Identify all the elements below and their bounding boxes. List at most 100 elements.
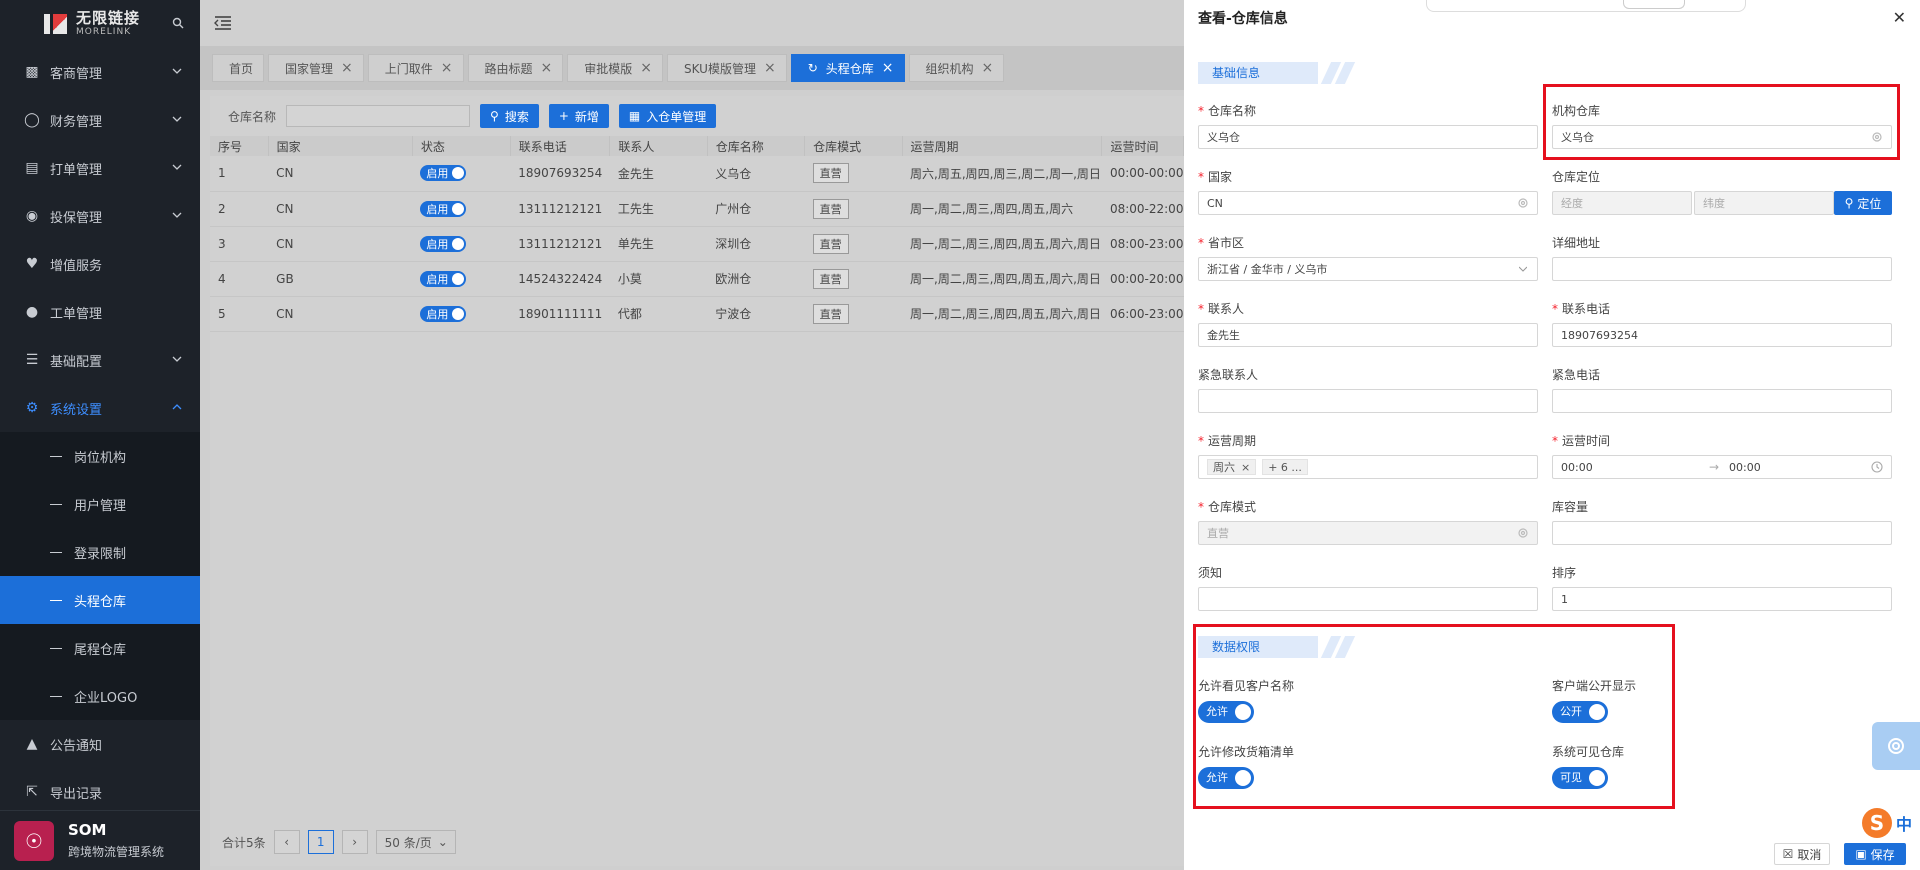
cycle-multiselect[interactable]: 周六 × + 6 ... — [1198, 455, 1538, 479]
menu-insurance-mgmt[interactable]: ◉ 投保管理 — [0, 192, 200, 240]
refresh-icon[interactable]: ↻ — [808, 61, 818, 75]
longitude-input[interactable]: 经度 — [1552, 191, 1692, 215]
cell-status: 启用 — [412, 191, 511, 227]
op-time-range[interactable]: 00:00 → 00:00 — [1552, 455, 1892, 479]
menu-value-added[interactable]: ♥ 增值服务 — [0, 240, 200, 288]
emergency-phone-input[interactable] — [1552, 389, 1892, 413]
table-row[interactable]: 2 CN 启用 13111212121 工先生 广州仓 直营 周一,周二,周三,… — [210, 191, 1184, 227]
next-page-button[interactable]: › — [341, 830, 368, 854]
sidebar-item-login-limit[interactable]: 登录限制 — [0, 528, 200, 576]
cell-time: 06:00-23:00 — [1101, 296, 1184, 332]
tab-route-title[interactable]: 路由标题 × — [467, 54, 564, 82]
menu-fold-icon[interactable] — [214, 15, 232, 31]
menu-finance-mgmt[interactable]: ◯ 财务管理 — [0, 96, 200, 144]
close-icon[interactable]: × — [441, 60, 453, 76]
emergency-contact-input[interactable] — [1198, 389, 1538, 413]
address-label: 详细地址 — [1552, 236, 1601, 250]
sidebar: 无限链接 MORELINK ▩ 客商管理 ◯ 财务管理 ▤ 打单管理 ◉ 投保管… — [0, 0, 200, 870]
cell-contact: 代都 — [609, 296, 708, 332]
cell-phone: 14524322424 — [510, 261, 610, 297]
cancel-button[interactable]: ☒ 取消 — [1774, 843, 1830, 865]
cell-country: CN — [268, 226, 413, 262]
close-icon[interactable]: × — [764, 60, 776, 76]
menu-label: 导出记录 — [50, 786, 103, 802]
sidebar-item-positions[interactable]: 岗位机构 — [0, 432, 200, 480]
warehouse-detail-drawer: 查看-仓库信息 ✕ 基础信息 * 仓库名称 义乌仓 机构仓库 义乌仓 * 国家 CN… — [1184, 0, 1920, 870]
warehouse-table: 序号 国家 状态 联系电话 联系人 仓库名称 仓库模式 运营周期 运营时间 1 … — [210, 136, 1184, 332]
warehouse-name-field[interactable]: 义乌仓 — [1198, 125, 1538, 149]
phone-label: * 联系电话 — [1552, 302, 1611, 316]
system-title: SOM — [68, 821, 107, 839]
phone-input[interactable]: 18907693254 — [1552, 323, 1892, 347]
close-icon[interactable]: × — [341, 60, 353, 76]
add-button[interactable]: + 新增 — [548, 104, 609, 128]
inbound-order-button[interactable]: ▦ 入仓单管理 — [618, 104, 717, 128]
table-row[interactable]: 5 CN 启用 18901111111 代都 宁波仓 直营 周一,周二,周三,周… — [210, 296, 1184, 332]
close-icon[interactable]: × — [1241, 461, 1250, 474]
prev-page-button[interactable]: ‹ — [273, 830, 300, 854]
menu-system-settings[interactable]: ⚙ 系统设置 — [0, 384, 200, 432]
tab-country[interactable]: 国家管理 × — [268, 54, 364, 82]
table-row[interactable]: 1 CN 启用 18907693254 金先生 义乌仓 直营 周六,周五,周四,… — [210, 156, 1184, 192]
op-time-end[interactable]: 00:00 — [1729, 461, 1761, 474]
menu-ticket-mgmt[interactable]: ● 工单管理 — [0, 288, 200, 336]
page-number-current[interactable]: 1 — [307, 830, 334, 854]
cell-cycle: 周一,周二,周三,周四,周五,周六 — [902, 191, 1102, 227]
search-button[interactable]: ⚲ 搜索 — [480, 104, 539, 128]
close-icon[interactable]: × — [640, 60, 652, 76]
op-time-start[interactable]: 00:00 — [1561, 461, 1593, 474]
menu-print-mgmt[interactable]: ▤ 打单管理 — [0, 144, 200, 192]
filter-bar: 仓库名称 ⚲ 搜索 + 新增 ▦ 入仓单管理 — [210, 96, 1184, 136]
menu-export-records[interactable]: ⇱ 导出记录 — [0, 768, 200, 816]
sidebar-item-company-logo[interactable]: 企业LOGO — [0, 672, 200, 720]
close-icon[interactable]: × — [882, 60, 894, 76]
status-switch[interactable]: 启用 — [420, 270, 467, 287]
address-input[interactable] — [1552, 257, 1892, 281]
close-icon[interactable]: × — [541, 60, 553, 76]
add-button-label: 新增 — [574, 109, 599, 124]
page-size-select[interactable]: 50 条/页 ⌄ — [375, 830, 456, 854]
menu-base-config[interactable]: ☰ 基础配置 — [0, 336, 200, 384]
status-switch[interactable]: 启用 — [420, 200, 467, 217]
location-pin-icon: ⚲ — [1844, 196, 1854, 210]
menu-notices[interactable]: ▲ 公告通知 — [0, 720, 200, 768]
sidebar-item-users[interactable]: 用户管理 — [0, 480, 200, 528]
status-switch[interactable]: 启用 — [420, 235, 467, 252]
cell-country: CN — [268, 156, 413, 192]
status-switch[interactable]: 启用 — [420, 165, 467, 182]
latitude-input[interactable]: 纬度 — [1694, 191, 1834, 215]
mode-select[interactable]: 直营 — [1198, 521, 1538, 545]
tab-sku-template[interactable]: SKU模版管理 × — [667, 54, 787, 82]
sidebar-item-first-leg-warehouse[interactable]: 头程仓库 — [0, 576, 200, 624]
sidebar-item-last-leg-warehouse[interactable]: 尾程仓库 — [0, 624, 200, 672]
contact-input[interactable]: 金先生 — [1198, 323, 1538, 347]
close-icon[interactable]: × — [982, 60, 994, 76]
tab-home[interactable]: 首页 — [212, 54, 265, 82]
tab-org[interactable]: 组织机构 × — [908, 54, 1005, 82]
cell-warehouse-name: 宁波仓 — [707, 296, 805, 332]
capacity-input[interactable] — [1552, 521, 1892, 545]
cell-contact: 小莫 — [609, 261, 708, 297]
tab-approval[interactable]: 审批模版 × — [567, 54, 664, 82]
locate-button[interactable]: ⚲ 定位 — [1834, 191, 1892, 215]
menu-customer-mgmt[interactable]: ▩ 客商管理 — [0, 48, 200, 96]
tab-first-leg-warehouse[interactable]: ↻ 头程仓库 × — [790, 54, 905, 82]
search-icon[interactable] — [172, 17, 184, 29]
save-button[interactable]: ▣ 保存 — [1844, 843, 1906, 865]
tab-pickup[interactable]: 上门取件 × — [367, 54, 464, 82]
sort-input[interactable]: 1 — [1552, 587, 1892, 611]
cell-index: 5 — [210, 296, 269, 332]
table-row[interactable]: 4 GB 启用 14524322424 小莫 欧洲仓 直营 周一,周二,周三,周… — [210, 261, 1184, 297]
cell-status: 启用 — [412, 156, 511, 192]
status-switch[interactable]: 启用 — [420, 305, 467, 322]
emergency-phone-label: 紧急电话 — [1552, 368, 1601, 382]
floating-settings-button[interactable] — [1872, 722, 1920, 770]
warehouse-name-input[interactable] — [286, 105, 471, 127]
notice-input[interactable] — [1198, 587, 1538, 611]
country-select[interactable]: CN — [1198, 191, 1538, 215]
close-icon[interactable]: ✕ — [1893, 8, 1906, 27]
table-row[interactable]: 3 CN 启用 13111212121 单先生 深圳仓 直营 周一,周二,周三,… — [210, 226, 1184, 262]
input-method-indicator[interactable]: S 中 — [1861, 808, 1912, 838]
heart-hand-icon: ♥ — [25, 256, 39, 272]
region-cascader[interactable]: 浙江省 / 金华市 / 义乌市 — [1198, 257, 1538, 281]
